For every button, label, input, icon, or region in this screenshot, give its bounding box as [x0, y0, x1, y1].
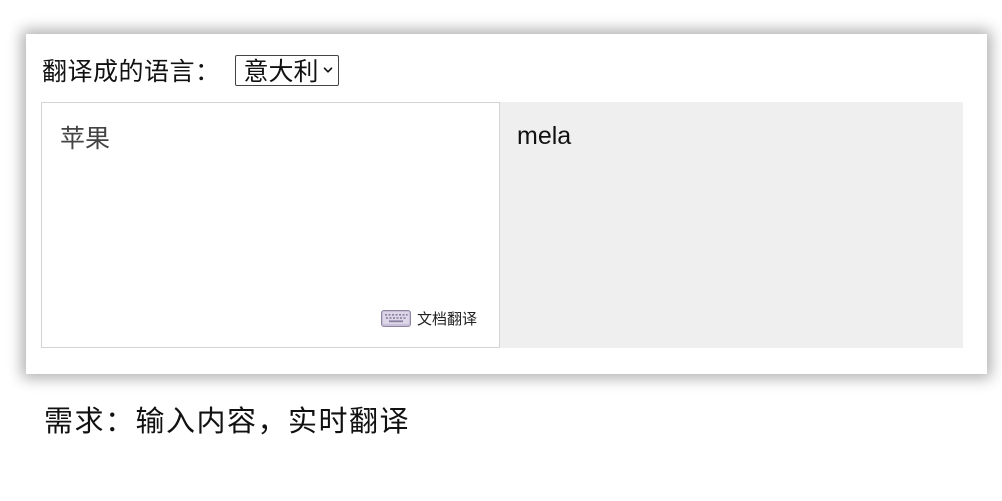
- translated-text: mela: [517, 122, 572, 150]
- target-language-label: 翻译成的语言：: [42, 57, 221, 86]
- translation-panels: 苹果 文档翻译 mela: [41, 102, 963, 348]
- target-language-value: 意大利: [243, 57, 319, 86]
- chevron-down-icon: [323, 65, 333, 75]
- doc-translate-label: 文档翻译: [416, 310, 477, 328]
- source-text[interactable]: 苹果: [60, 119, 110, 155]
- target-language-select[interactable]: 意大利: [234, 54, 339, 86]
- doc-translate-button[interactable]: 文档翻译: [380, 308, 477, 329]
- translation-output-area: mela: [500, 102, 963, 348]
- keyboard-icon: [380, 309, 411, 328]
- requirement-caption: 需求：输入内容，实时翻译: [44, 404, 411, 438]
- translator-widget: 翻译成的语言： 意大利 苹果 文档翻译 mela: [26, 34, 987, 374]
- target-language-row: 翻译成的语言： 意大利: [42, 54, 339, 86]
- source-text-area[interactable]: 苹果 文档翻译: [41, 102, 500, 348]
